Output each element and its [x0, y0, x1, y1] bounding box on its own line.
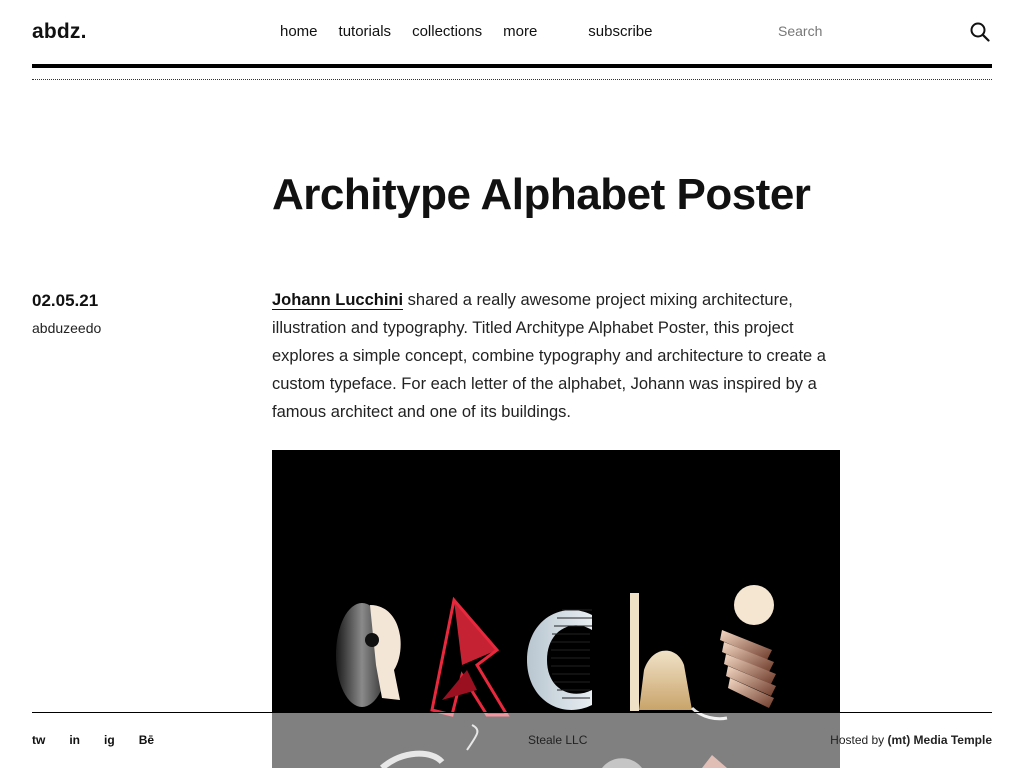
site-header: abdz. home tutorials collections more su… [32, 0, 992, 66]
site-logo[interactable]: abdz. [32, 20, 87, 44]
footer-host-link[interactable]: (mt) Media Temple [888, 733, 992, 747]
header-rule [32, 64, 992, 68]
footer-hosted-prefix: Hosted by [830, 733, 888, 747]
nav-item-home[interactable]: home [280, 23, 318, 40]
letter-h-art [630, 593, 728, 721]
letter-a-art [336, 603, 401, 707]
social-linkedin-link[interactable]: in [69, 733, 80, 747]
footer-company: Steale LLC [528, 733, 588, 747]
header-dotted-divider [32, 79, 992, 80]
nav-item-collections[interactable]: collections [412, 23, 482, 40]
article-title: Architype Alphabet Poster [272, 170, 811, 219]
article-author[interactable]: abduzeedo [32, 320, 101, 336]
nav-item-tutorials[interactable]: tutorials [339, 23, 392, 40]
search-icon[interactable] [970, 22, 990, 42]
footer-rule [32, 712, 992, 713]
nav-item-subscribe[interactable]: subscribe [588, 23, 652, 40]
social-instagram-link[interactable]: ig [104, 733, 115, 747]
author-link[interactable]: Johann Lucchini [272, 291, 404, 310]
social-twitter-link[interactable]: tw [32, 733, 45, 747]
article-body-text: shared a really awesome project mixing a… [272, 291, 826, 421]
letter-c-art [527, 609, 592, 710]
nav-item-more[interactable]: more [503, 23, 537, 40]
letter-i-art [720, 585, 776, 708]
article-body: Johann Lucchini shared a really awesome … [272, 286, 840, 426]
footer-hosted: Hosted by (mt) Media Temple [830, 733, 992, 747]
footer-social-links: tw in ig Bē [32, 733, 178, 747]
social-behance-link[interactable]: Bē [139, 733, 154, 747]
search-input[interactable] [778, 23, 948, 39]
main-nav: home tutorials collections more subscrib… [280, 23, 674, 40]
article-date: 02.05.21 [32, 291, 99, 310]
letter-r-art [430, 596, 510, 717]
